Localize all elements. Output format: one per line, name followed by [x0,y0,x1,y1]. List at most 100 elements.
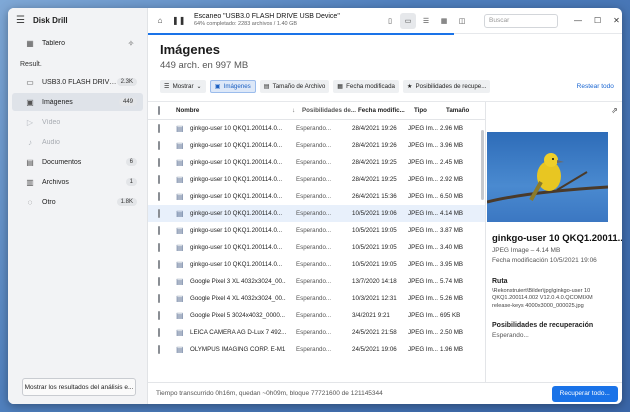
filter-size[interactable]: ▤ Tamaño de Archivo [259,79,330,93]
row-checkbox[interactable] [158,141,176,150]
row-checkbox[interactable] [158,243,176,252]
cell-type: JPEG Im... [408,176,438,183]
row-checkbox[interactable] [158,277,176,286]
view-toggle-group: ▯ ▭ ☰ ▦ ◫ [382,12,470,29]
table-row[interactable]: ▤ OLYMPUS IMAGING CORP. E-M1... Esperando.… [148,341,485,358]
column-recovery[interactable]: Posibilidades de... [302,107,358,114]
column-type[interactable]: Tipo [414,107,446,114]
cell-date: 28/4/2021 19:26 [352,142,397,149]
cell-recovery: Esperando... [296,227,332,234]
open-external-icon[interactable]: ⇗ [611,106,618,115]
filter-recovery[interactable]: ★ Posibilidades de recupe... [402,79,491,93]
table-row[interactable]: ▤ ginkgo-user 10 QKQ1.200114.0... Esperand… [148,137,485,154]
row-checkbox[interactable] [158,175,176,184]
row-checkbox[interactable] [158,328,176,337]
maximize-icon[interactable]: ☐ [594,16,601,25]
grid-view-icon[interactable]: ▦ [436,13,452,29]
file-icon: ▤ [176,226,184,235]
table-row[interactable]: ▤ ginkgo-user 10 QKQ1.200114.0... Esperand… [148,222,485,239]
table-row[interactable]: ▤ LEICA CAMERA AG D-Lux 7 492... Esperando… [148,324,485,341]
sidebar-item-documents[interactable]: ▤ Documentos 6 [12,153,143,171]
file-view-icon[interactable]: ▯ [382,13,398,29]
row-checkbox[interactable] [158,294,176,303]
home-icon[interactable]: ⌂ [154,16,166,25]
cell-recovery: Esperando... [296,312,332,319]
table-row[interactable]: ▤ ginkgo-user 10 QKQ1.200114.0... Esperand… [148,239,485,256]
preview-pane-icon[interactable]: ◫ [454,13,470,29]
cell-size: 2.96 MB [440,125,464,132]
cell-name: ginkgo-user 10 QKQ1.200114.0... [190,176,283,183]
sidebar-item-other[interactable]: ◌ Otro 1.8K [12,193,143,211]
file-icon: ▤ [176,243,184,252]
scan-progress-text: 64% completado: 2283 archivos / 1.40 GB [194,21,298,28]
count-badge: 1.8K [116,198,137,206]
row-checkbox[interactable] [158,158,176,167]
recover-all-button[interactable]: Recuperar todo... [551,385,618,402]
sidebar-item-images[interactable]: ▣ Imágenes 449 [12,93,143,111]
row-checkbox[interactable] [158,209,176,218]
table-row[interactable]: ▤ ginkgo-user 10 QKQ1.200114.0... Esperand… [148,188,485,205]
file-icon: ▤ [176,141,184,150]
sidebar-item-audio[interactable]: ♪ Audio [12,133,143,151]
filter-modified[interactable]: ▦ Fecha modificada [333,79,399,93]
reset-all-link[interactable]: Restear todo [577,83,614,90]
pause-icon[interactable]: ❚❚ [172,16,185,25]
sidebar-item-video[interactable]: ▷ Vídeo [12,113,143,131]
sidebar-item-label: Documentos [42,158,82,166]
sidebar-item-archives[interactable]: ▥ Archivos 1 [12,173,143,191]
folder-view-icon[interactable]: ▭ [400,12,416,29]
column-name[interactable]: Nombre [176,107,292,114]
file-icon: ▤ [176,260,184,269]
row-checkbox[interactable] [158,345,176,354]
hamburger-menu-icon[interactable]: ☰ [16,15,25,26]
cell-date: 13/7/2020 14:18 [352,278,397,285]
sidebar-item-drive[interactable]: ▭ USB3.0 FLASH DRIVE USB ... 2.3K [12,73,143,91]
status-bar: Tiempo transcurrido 0h16m, quedan ~0h09m… [148,382,622,404]
row-checkbox[interactable] [158,260,176,269]
drive-icon: ▭ [26,77,34,87]
row-checkbox[interactable] [158,311,176,320]
clean-icon: ✧ [127,38,135,48]
cell-recovery: Esperando... [296,261,332,268]
minimize-icon[interactable]: — [574,16,582,25]
cell-type: JPEG Im... [408,278,438,285]
row-checkbox[interactable] [158,124,176,133]
sidebar-item-label: Vídeo [42,118,61,126]
sidebar: ☰ Disk Drill ▦ Tablero ✧ Result. ▭ USB3.… [8,8,148,404]
column-date[interactable]: Fecha modific... [358,107,414,114]
close-icon[interactable]: ✕ [613,16,620,25]
table-body: ▤ ginkgo-user 10 QKQ1.200114.0... Esperand… [148,120,485,358]
table-row[interactable]: ▤ Google Pixel 4 XL 4032x3024_00... Espera… [148,290,485,307]
table-row[interactable]: ▤ ginkgo-user 10 QKQ1.200114.0... Esperand… [148,120,485,137]
cell-size: 3.95 MB [440,261,464,268]
search-input[interactable]: Buscar [484,13,558,28]
cell-type: JPEG Im... [408,227,438,234]
row-checkbox[interactable] [158,226,176,235]
column-size[interactable]: Tamaño [446,107,480,114]
count-badge: 6 [125,158,137,166]
table-row[interactable]: ▤ ginkgo-user 10 QKQ1.200114.0... Esperand… [148,171,485,188]
chevron-down-icon: ⌄ [196,82,202,90]
table-row[interactable]: ▤ ginkgo-user 10 QKQ1.200114.0... Esperand… [148,154,485,171]
cell-size: 1.96 MB [440,346,464,353]
other-icon: ◌ [27,197,33,207]
cell-name: Google Pixel 4 XL 4032x3024_00... [190,295,286,302]
table-row[interactable]: ▤ Google Pixel 3 XL 4032x3024_00... Espera… [148,273,485,290]
table-row[interactable]: ▤ ginkgo-user 10 QKQ1.200114.0... Esperand… [148,256,485,273]
preview-image [487,132,608,222]
sort-arrow-icon[interactable]: ↓ [292,107,302,114]
cell-size: 3.40 MB [440,244,464,251]
table-row[interactable]: ▤ ginkgo-user 10 QKQ1.200114.0... Esperand… [148,205,485,222]
filter-images[interactable]: ▣ Imágenes [209,79,256,93]
show-dropdown[interactable]: ☰ Mostrar ⌄ [160,79,206,93]
search-placeholder: Buscar [489,17,510,24]
scan-status: Escaneo "USB3.0 FLASH DRIVE USB Device" … [194,13,372,28]
sidebar-item-tablero[interactable]: ▦ Tablero ✧ [12,34,143,52]
file-icon: ▤ [176,311,184,320]
table-row[interactable]: ▤ Google Pixel 5 3024x4032_0000... Esperan… [148,307,485,324]
select-all-checkbox[interactable] [158,106,176,115]
show-scan-results-button[interactable]: Mostrar los resultados del análisis e... [22,378,136,396]
list-view-icon[interactable]: ☰ [418,13,434,29]
cell-date: 28/4/2021 19:25 [352,159,397,166]
row-checkbox[interactable] [158,192,176,201]
